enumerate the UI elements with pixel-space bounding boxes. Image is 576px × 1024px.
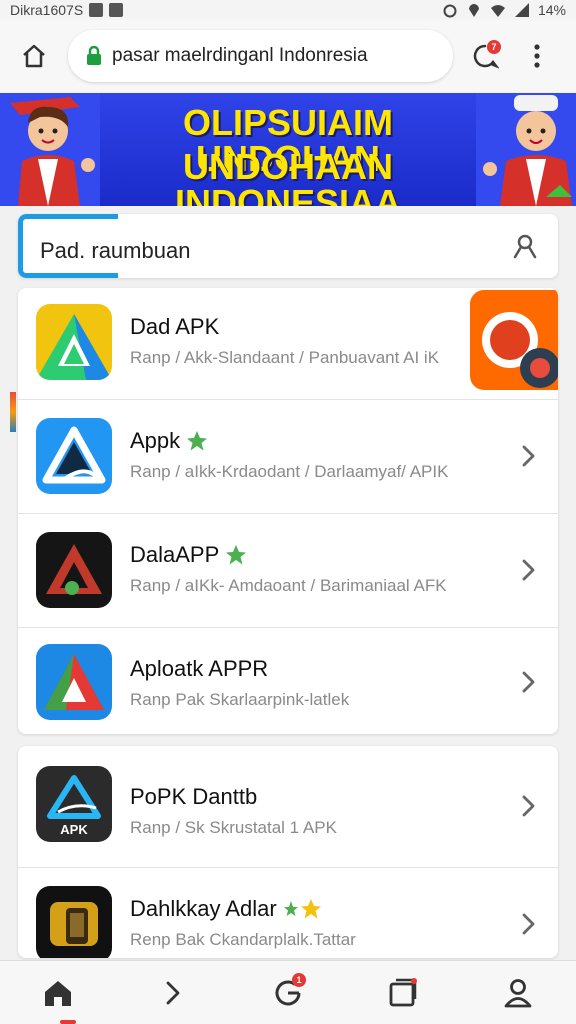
app-name: Appk [130,428,208,454]
app-icon [36,886,112,958]
nav-forward[interactable] [145,965,201,1021]
list-item[interactable]: Aploatk APPR Ranp Pak Skarlaarpink-latle… [18,628,558,734]
app-name: PoPK Danttb [130,784,258,809]
location-icon [468,4,479,17]
nav-activity[interactable]: 1 [260,965,316,1021]
chevron-right-icon[interactable] [516,558,540,582]
list-item[interactable]: Dahlkkay Adlar Renp Bak Ckandarplalk.Tat… [18,868,558,958]
nav-badge: 1 [291,972,306,987]
app-list: Dad APK Ranp / Akk-Slandaant / Panbuavan… [18,288,558,734]
status-bar: Dikra1607S 14% [0,0,576,20]
notifications-button[interactable]: 7 [463,34,507,78]
app-name: Dad APK [130,314,220,339]
browser-toolbar: pasar maelrdinganl Indonresia 7 [0,20,576,92]
notification-badge: 7 [487,40,501,54]
promo-banner[interactable]: OLIPSUIAIM UNDOHAN UNDOHAAN INDONESIAA [0,93,576,206]
app-icon [36,304,112,380]
banner-title-line2: UNDOHAAN INDONESIAA [174,146,402,207]
app-subtitle: Ranp Pak Skarlaarpink-latlek [130,690,350,709]
nav-tabs[interactable] [375,965,431,1021]
side-ad-edge [10,392,16,432]
chevron-right-icon [166,981,180,1004]
app-subtitle: Ranp / aIkk-Krdaodant / Darlaamyaf/ APIK [130,462,449,481]
chevron-right-icon[interactable] [516,444,540,468]
home-icon [23,44,45,68]
app-icon [36,644,112,720]
app-subtitle: Renp Bak Ckandarplalk.Tattar [130,930,356,949]
list-item[interactable]: DalaAPP Ranp / aIKk- Amdaoant / Barimani… [18,514,558,628]
alarm-icon [443,4,457,18]
app-subtitle: Ranp / aIKk- Amdaoant / Barimaniaal AFK [130,576,447,595]
home-button[interactable] [12,34,56,78]
nav-profile[interactable] [490,965,546,1021]
home-icon [44,980,71,1006]
chevron-right-icon[interactable] [516,670,540,694]
battery-percent: 14% [537,2,566,18]
list-item[interactable]: Dad APK Ranp / Akk-Slandaant / Panbuavan… [18,288,558,400]
star-badge-icon [187,431,208,451]
url-bar[interactable]: pasar maelrdinganl Indonresia [68,30,453,82]
apk-icon-label: APK [60,822,88,837]
search-box[interactable]: Pad. raumbuan [18,214,558,278]
app-notification-icon [109,3,124,17]
list-item[interactable]: Appk Ranp / aIkk-Krdaodant / Darlaamyaf/… [18,400,558,514]
list-item[interactable]: APK PoPK Danttb Ranp / Sk Skrustatal 1 A… [18,746,558,868]
app-list-secondary: APK PoPK Danttb Ranp / Sk Skrustatal 1 A… [18,746,558,958]
wifi-icon [490,5,505,17]
tabs-icon [389,977,418,1006]
promo-game-thumbnail[interactable] [470,290,558,390]
menu-button[interactable] [515,34,559,78]
app-icon: APK [36,766,112,842]
app-name: DalaAPP [130,542,247,568]
more-vertical-icon [534,44,540,68]
url-text: pasar maelrdinganl Indonresia [112,45,368,66]
chevron-right-icon[interactable] [516,794,540,818]
app-subtitle: Ranp / Sk Skrustatal 1 APK [130,818,337,837]
active-tab-indicator [60,1020,76,1024]
chevron-right-icon[interactable] [516,912,540,936]
lock-icon [87,46,101,65]
user-icon [504,978,532,1007]
app-name: Aploatk APPR [130,656,269,681]
signal-icon [514,3,529,17]
star-badges-icon [283,899,321,919]
search-text: Pad. raumbuan [40,238,191,263]
boy-character-illustration [476,93,576,206]
app-icon [36,532,112,608]
app-icon [36,418,112,494]
star-badge-icon [226,545,247,565]
girl-character-illustration [0,93,100,206]
app-subtitle: Ranp / Akk-Slandaant / Panbuavant AI iK [130,348,440,367]
nav-home[interactable] [30,965,86,1021]
search-icon[interactable] [510,232,540,262]
bottom-navigation: 1 [0,960,576,1024]
status-time: Dikra1607S [10,2,84,18]
notification-icon [89,3,104,17]
app-name: Dahlkkay Adlar [130,896,323,922]
